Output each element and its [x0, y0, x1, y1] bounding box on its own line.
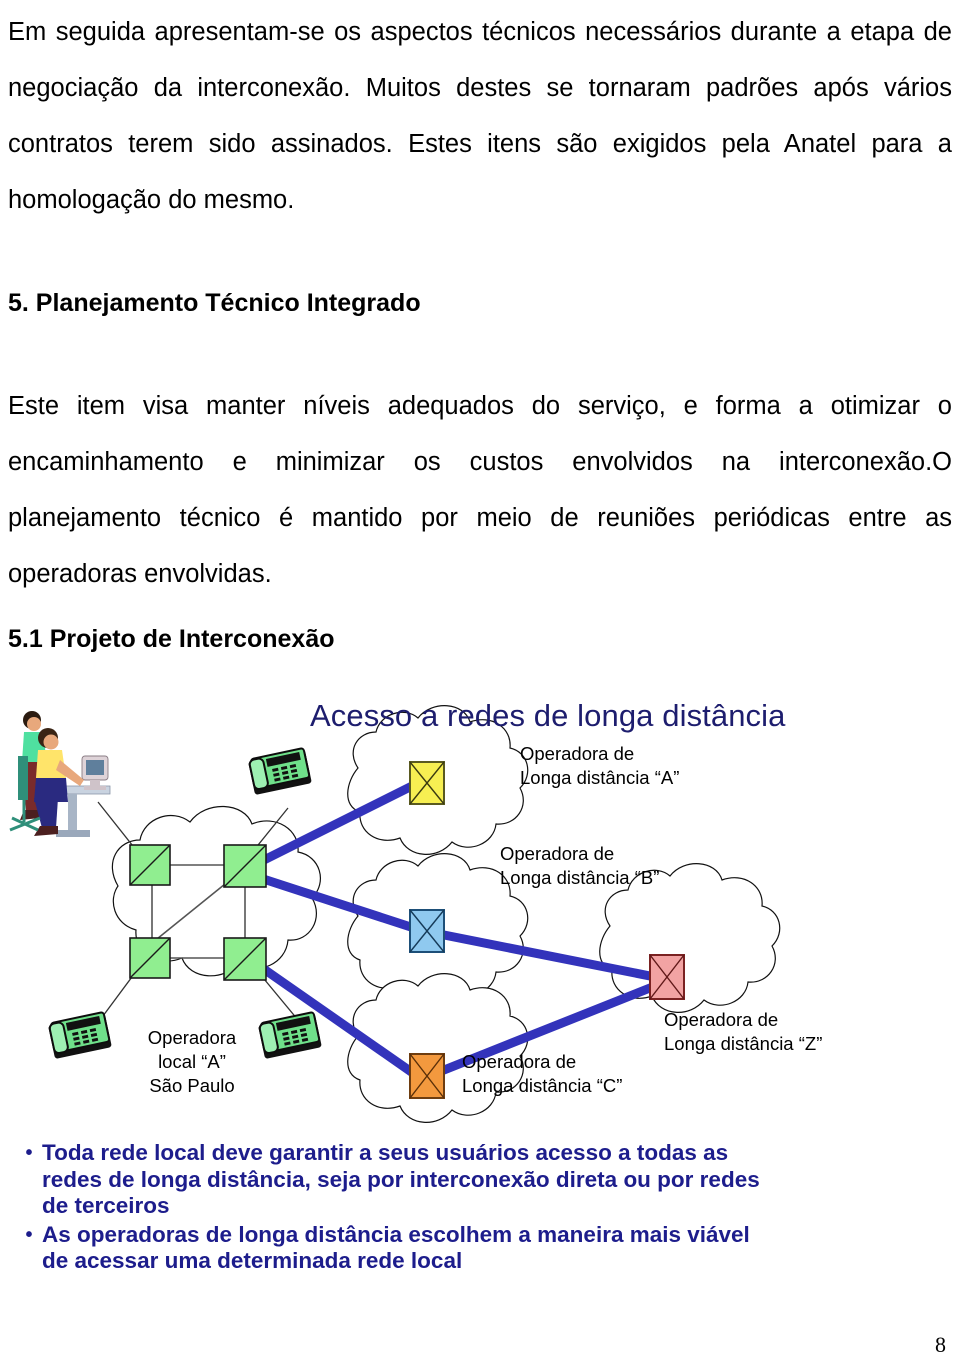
- switch-longa-distancia-a: [409, 761, 445, 805]
- people-at-computer-clipart: [9, 711, 111, 837]
- switch-local-4: [223, 937, 267, 981]
- label-ld-z-line1: Operadora de: [664, 1009, 779, 1030]
- paragraph-intro: Em seguida apresentam-se os aspectos téc…: [8, 18, 952, 214]
- label-ld-c: Operadora de Longa distância “C”: [462, 1050, 622, 1098]
- diagram-title: Acesso a redes de longa distância: [310, 698, 786, 733]
- label-ld-z: Operadora de Longa distância “Z”: [664, 1008, 822, 1056]
- phone-icon-bottom-left: [48, 1011, 112, 1059]
- label-operadora-local-a: Operadora local “A” São Paulo: [128, 1026, 256, 1098]
- switch-longa-distancia-c: [409, 1053, 445, 1099]
- phone-icon-top: [248, 747, 312, 795]
- heading-5-planejamento-tecnico-integrado: 5. Planejamento Técnico Integrado: [8, 289, 421, 317]
- label-ld-a-line2: Longa distância “A”: [520, 767, 680, 788]
- document-body: Em seguida apresentam-se os aspectos téc…: [8, 0, 952, 656]
- bullet-text-2: As operadoras de longa distância escolhe…: [42, 1221, 750, 1274]
- switch-local-3: [129, 937, 171, 979]
- label-ld-b-line1: Operadora de: [500, 843, 615, 864]
- page-number: 8: [935, 1332, 946, 1357]
- bullet-marker-icon: •: [25, 1223, 33, 1246]
- label-ld-z-line2: Longa distância “Z”: [664, 1033, 823, 1054]
- list-item: • As operadoras de longa distância escol…: [16, 1222, 776, 1275]
- phone-icon-bottom-right: [258, 1011, 322, 1059]
- label-local-line2: local “A”: [158, 1051, 226, 1072]
- bullet-text-1: Toda rede local deve garantir a seus usu…: [42, 1140, 760, 1218]
- switch-longa-distancia-z: [649, 954, 685, 1000]
- label-local-line3: São Paulo: [149, 1075, 235, 1096]
- label-ld-a: Operadora de Longa distância “A”: [520, 742, 679, 790]
- label-ld-b: Operadora de Longa distância “B”: [500, 842, 659, 890]
- switch-local-2: [223, 844, 267, 888]
- switch-longa-distancia-b: [409, 909, 445, 953]
- label-ld-a-line1: Operadora de: [520, 743, 635, 764]
- paragraph-planejamento: Este item visa manter níveis adequados d…: [8, 392, 952, 588]
- label-ld-c-line1: Operadora de: [462, 1051, 577, 1072]
- heading-5-1-projeto-de-interconexao: 5.1 Projeto de Interconexão: [8, 625, 335, 653]
- bullet-marker-icon: •: [25, 1142, 33, 1164]
- label-ld-c-line2: Longa distância “C”: [462, 1075, 623, 1096]
- label-ld-b-line2: Longa distância “B”: [500, 867, 660, 888]
- label-local-line1: Operadora: [147, 1027, 237, 1048]
- list-item: • Toda rede local deve garantir a seus u…: [16, 1140, 776, 1220]
- switch-local-1: [129, 844, 171, 886]
- bullet-list: • Toda rede local deve garantir a seus u…: [16, 1140, 776, 1277]
- network-diagram: Acesso a redes de longa distância Operad…: [0, 690, 960, 1140]
